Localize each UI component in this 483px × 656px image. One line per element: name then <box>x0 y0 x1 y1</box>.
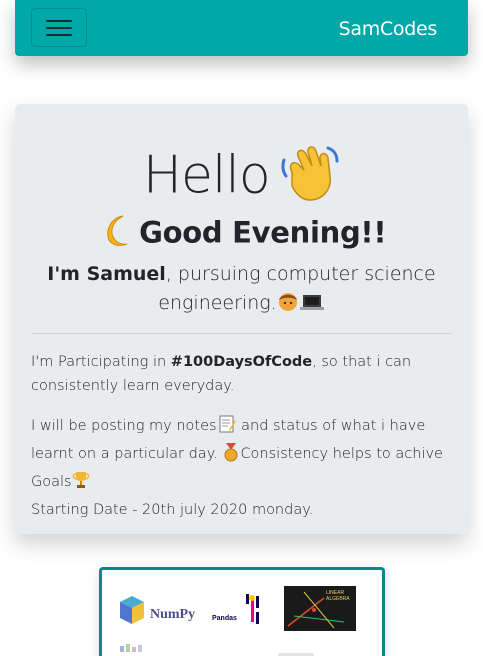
laptop-icon <box>299 291 325 322</box>
hello-heading: Hello <box>15 142 468 209</box>
greeting-heading: Good Evening!! <box>15 212 468 253</box>
memo-icon <box>217 414 237 442</box>
trophy-icon <box>72 470 90 498</box>
notes-paragraph: I will be posting my notes and status of… <box>31 414 461 522</box>
student-icon <box>277 291 299 322</box>
topics-card[interactable]: NumPy Pandas LINEAR ALGEBRA <box>99 567 385 656</box>
intro-text: I'm Samuel, pursuing computer science en… <box>31 260 452 322</box>
crescent-moon-icon <box>97 212 133 253</box>
medal-icon <box>222 442 240 470</box>
hashtag-100daysofcode: #100DaysOfCode <box>170 354 313 370</box>
linear-algebra-label: LINEAR ALGEBRA <box>326 590 350 602</box>
greeting-text: Good Evening!! <box>139 215 387 250</box>
intro-jumbotron: Hello Good Evening!! I'm Samuel, pursuin… <box>15 104 468 534</box>
hamburger-menu-icon[interactable] <box>31 8 87 47</box>
hello-text: Hello <box>142 145 271 206</box>
small-logo-icon <box>120 644 142 652</box>
para2-text-4: Starting Date - 20th july 2020 monday. <box>31 502 314 518</box>
waving-hand-icon <box>278 142 340 209</box>
divider <box>31 333 452 334</box>
top-navbar: SamCodes <box>15 0 468 56</box>
para2-text-1: I will be posting my notes <box>31 418 217 434</box>
numpy-label: NumPy <box>150 607 196 622</box>
intro-line2: engineering. <box>158 292 277 314</box>
pandas-label: Pandas <box>212 615 237 622</box>
intro-line1: , pursuing computer science <box>165 263 436 285</box>
participation-paragraph: I'm Participating in #100DaysOfCode, so … <box>31 350 452 398</box>
brand-link[interactable]: SamCodes <box>339 18 438 40</box>
para1-text-before: I'm Participating in <box>31 354 171 370</box>
intro-name: I'm Samuel <box>47 263 166 285</box>
